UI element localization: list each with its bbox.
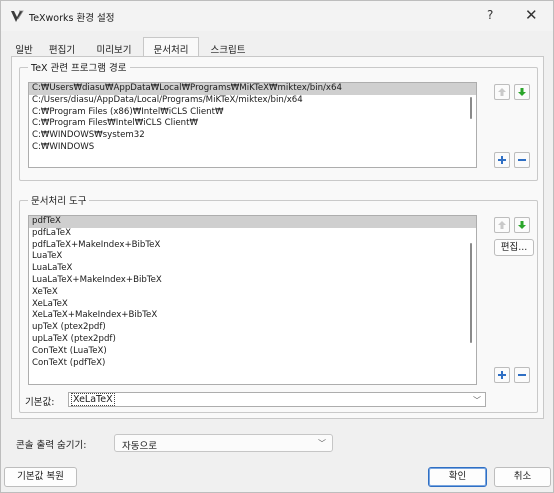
tool-item[interactable]: pdfTeX bbox=[29, 216, 476, 228]
chevron-down-icon: ﹀ bbox=[473, 396, 481, 405]
tool-item[interactable]: upTeX (ptex2pdf) bbox=[29, 322, 476, 334]
tool-move-up-button[interactable] bbox=[494, 217, 510, 233]
path-move-down-button[interactable] bbox=[514, 84, 530, 100]
typesetting-panel: TeX 관련 프로그램 경로 C:₩Users₩diasu₩AppData₩Lo… bbox=[11, 56, 544, 419]
help-button[interactable]: ? bbox=[487, 8, 493, 22]
tool-item[interactable]: XeLaTeX bbox=[29, 299, 476, 311]
restore-defaults-button[interactable]: 기본값 복원 bbox=[4, 467, 77, 487]
tool-item[interactable]: pdfLaTeX+MakeIndex+BibTeX bbox=[29, 240, 476, 252]
tab-typesetting[interactable]: 문서처리 bbox=[143, 37, 199, 58]
paths-group-title: TeX 관련 프로그램 경로 bbox=[28, 60, 130, 74]
tool-remove-button[interactable] bbox=[514, 367, 530, 383]
cancel-button[interactable]: 취소 bbox=[494, 467, 551, 487]
console-hide-value: 자동으로 bbox=[122, 441, 157, 452]
tool-item[interactable]: XeLaTeX+MakeIndex+BibTeX bbox=[29, 310, 476, 322]
tool-item[interactable]: ConTeXt (pdfTeX) bbox=[29, 358, 476, 370]
arrow-up-icon bbox=[498, 221, 506, 229]
chevron-down-icon: ﹀ bbox=[318, 439, 326, 448]
tab-general[interactable]: 일반 bbox=[9, 37, 39, 57]
close-button[interactable]: ✕ bbox=[525, 6, 538, 24]
console-hide-select[interactable]: 자동으로 ﹀ bbox=[114, 434, 333, 452]
minus-icon bbox=[518, 374, 526, 376]
path-item[interactable]: C:₩WINDOWS bbox=[29, 142, 476, 154]
path-item[interactable]: C:₩Program Files (x86)₩Intel₩iCLS Client… bbox=[29, 107, 476, 119]
arrow-down-icon bbox=[518, 88, 526, 96]
path-add-button[interactable] bbox=[494, 152, 510, 168]
plus-icon bbox=[498, 371, 506, 379]
path-item[interactable]: C:/Users/diasu/AppData/Local/Programs/Mi… bbox=[29, 95, 476, 107]
plus-icon bbox=[498, 156, 506, 164]
console-hide-label: 콘솔 출력 숨기기: bbox=[16, 440, 87, 451]
minus-icon bbox=[518, 159, 526, 161]
tools-group-title: 문서처리 도구 bbox=[28, 193, 90, 207]
tool-item[interactable]: LuaLaTeX bbox=[29, 263, 476, 275]
path-item[interactable]: C:₩Program Files₩Intel₩iCLS Client₩ bbox=[29, 118, 476, 130]
preferences-dialog: TeXworks 환경 설정 ? ✕ 일반 편집기 미리보기 문서처리 스크립트… bbox=[0, 0, 554, 493]
tool-item[interactable]: upLaTeX (ptex2pdf) bbox=[29, 334, 476, 346]
path-move-up-button[interactable] bbox=[494, 84, 510, 100]
default-tool-label: 기본값: bbox=[25, 397, 55, 408]
path-remove-button[interactable] bbox=[514, 152, 530, 168]
ok-button[interactable]: 확인 bbox=[428, 467, 487, 487]
tool-edit-button[interactable]: 편집... bbox=[494, 239, 534, 256]
tool-item[interactable]: XeTeX bbox=[29, 287, 476, 299]
path-item[interactable]: C:₩WINDOWS₩system32 bbox=[29, 130, 476, 142]
default-tool-select[interactable]: XeLaTeX ﹀ bbox=[68, 392, 486, 407]
tab-preview[interactable]: 미리보기 bbox=[86, 37, 142, 57]
arrow-down-icon bbox=[518, 221, 526, 229]
texworks-app-icon bbox=[11, 10, 24, 22]
tools-list[interactable]: pdfTeX pdfLaTeX pdfLaTeX+MakeIndex+BibTe… bbox=[28, 215, 477, 385]
paths-scrollbar[interactable] bbox=[470, 97, 472, 119]
tools-group: 문서처리 도구 pdfTeX pdfLaTeX pdfLaTeX+MakeInd… bbox=[19, 193, 538, 413]
tool-item[interactable]: pdfLaTeX bbox=[29, 228, 476, 240]
paths-group: TeX 관련 프로그램 경로 C:₩Users₩diasu₩AppData₩Lo… bbox=[19, 60, 538, 181]
window-title: TeXworks 환경 설정 bbox=[29, 13, 115, 24]
title-bar: TeXworks 환경 설정 ? ✕ bbox=[1, 1, 553, 31]
tool-move-down-button[interactable] bbox=[514, 217, 530, 233]
tab-editor[interactable]: 편집기 bbox=[40, 37, 84, 57]
tool-item[interactable]: ConTeXt (LuaTeX) bbox=[29, 346, 476, 358]
tools-scrollbar[interactable] bbox=[470, 243, 472, 343]
tool-add-button[interactable] bbox=[494, 367, 510, 383]
path-item[interactable]: C:₩Users₩diasu₩AppData₩Local₩Programs₩Mi… bbox=[29, 83, 476, 95]
tab-scripts[interactable]: 스크립트 bbox=[200, 37, 256, 57]
paths-list[interactable]: C:₩Users₩diasu₩AppData₩Local₩Programs₩Mi… bbox=[28, 82, 477, 168]
arrow-up-icon bbox=[498, 88, 506, 96]
default-tool-value: XeLaTeX bbox=[71, 393, 115, 406]
tool-item[interactable]: LuaLaTeX+MakeIndex+BibTeX bbox=[29, 275, 476, 287]
tool-item[interactable]: LuaTeX bbox=[29, 251, 476, 263]
